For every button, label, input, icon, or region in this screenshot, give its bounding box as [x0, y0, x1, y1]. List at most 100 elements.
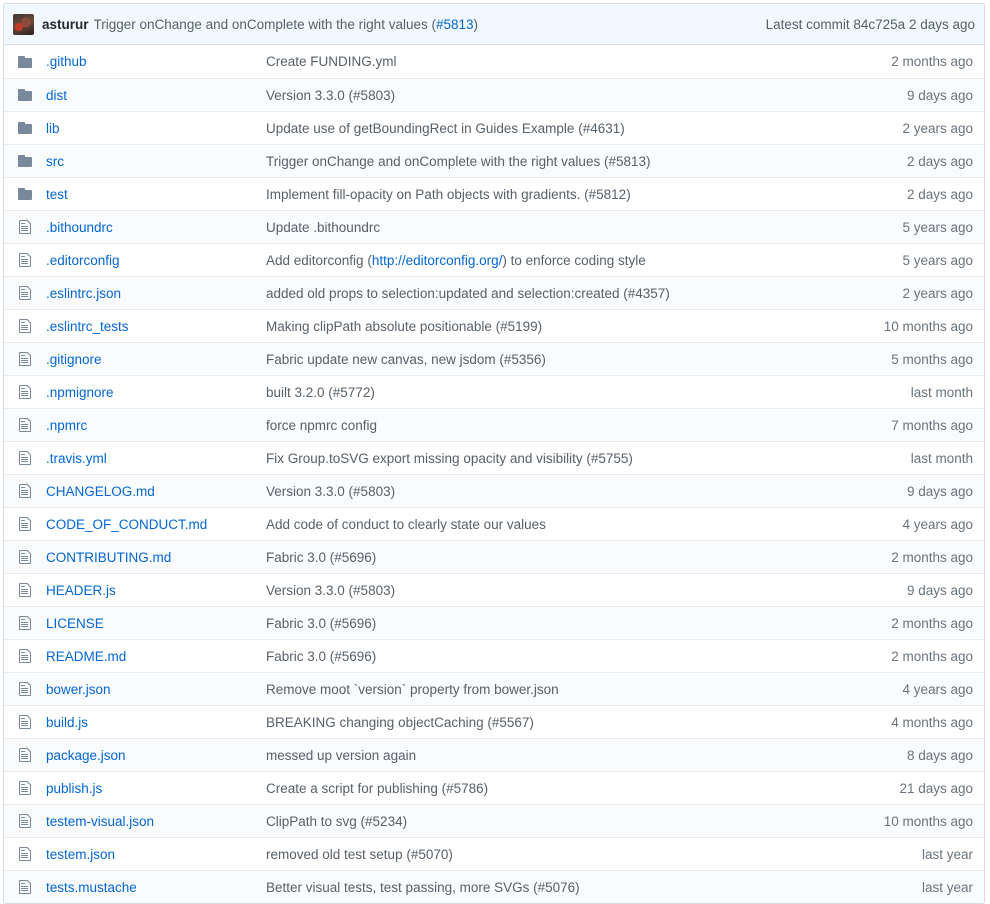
table-row[interactable]: testem.jsonremoved old test setup (#5070…	[4, 837, 984, 870]
file-icon-cell	[4, 483, 38, 499]
table-row[interactable]: .travis.ymlFix Group.toSVG export missin…	[4, 441, 984, 474]
file-icon	[17, 615, 33, 631]
commit-message-url-link[interactable]: http://editorconfig.org/	[372, 253, 503, 268]
table-row[interactable]: CHANGELOG.mdVersion 3.3.0 (#5803)9 days …	[4, 474, 984, 507]
file-icon-cell	[4, 417, 38, 433]
file-link[interactable]: .npmignore	[46, 385, 114, 400]
file-link[interactable]: CONTRIBUTING.md	[46, 550, 171, 565]
file-icon-cell	[4, 615, 38, 631]
table-row[interactable]: .bithoundrc Update .bithoundrc5 years ago	[4, 210, 984, 243]
commit-message-cell: Add code of conduct to clearly state our…	[266, 517, 852, 532]
file-link[interactable]: CHANGELOG.md	[46, 484, 155, 499]
table-row[interactable]: .npmrc force npmrc config7 months ago	[4, 408, 984, 441]
commit-age-cell: 2 months ago	[852, 616, 984, 631]
commit-age-cell: 7 months ago	[852, 418, 984, 433]
table-row[interactable]: .editorconfig Add editorconfig (http://ed…	[4, 243, 984, 276]
file-link[interactable]: testem-visual.json	[46, 814, 154, 829]
folder-link[interactable]: src	[46, 154, 64, 169]
folder-icon	[17, 120, 33, 136]
table-row[interactable]: CODE_OF_CONDUCT.md Add code of conduct to…	[4, 507, 984, 540]
commit-message-text: messed up version again	[266, 748, 416, 763]
table-row[interactable]: .eslintrc_tests Making clipPath absolute …	[4, 309, 984, 342]
table-row[interactable]: LICENSEFabric 3.0 (#5696)2 months ago	[4, 606, 984, 639]
file-icon	[17, 648, 33, 664]
table-row[interactable]: .npmignorebuilt 3.2.0 (#5772)last month	[4, 375, 984, 408]
file-icon	[17, 285, 33, 301]
file-link[interactable]: publish.js	[46, 781, 102, 796]
table-row[interactable]: .eslintrc.json added old props to selecti…	[4, 276, 984, 309]
table-row[interactable]: testem-visual.json ClipPath to svg (#5234…	[4, 804, 984, 837]
folder-link[interactable]: .github	[46, 54, 87, 69]
table-row[interactable]: bower.jsonRemove moot `version` property…	[4, 672, 984, 705]
file-link[interactable]: package.json	[46, 748, 126, 763]
commit-message-cell: ClipPath to svg (#5234)	[266, 814, 852, 829]
file-name-cell: LICENSE	[38, 616, 266, 631]
commit-message-cell: Update .bithoundrc	[266, 220, 852, 235]
commit-message-text: built 3.2.0 (#5772)	[266, 385, 375, 400]
file-link[interactable]: build.js	[46, 715, 88, 730]
file-listing-table: asturur Trigger onChange and onComplete …	[3, 3, 985, 904]
file-icon	[17, 384, 33, 400]
file-link[interactable]: tests.mustache	[46, 880, 137, 895]
table-row[interactable]: HEADER.js Version 3.3.0 (#5803) 9 days ago	[4, 573, 984, 606]
commit-age-cell: 9 days ago	[852, 583, 984, 598]
table-row[interactable]: package.json messed up version again 8 day…	[4, 738, 984, 771]
table-row[interactable]: README.mdFabric 3.0 (#5696)2 months ago	[4, 639, 984, 672]
file-link[interactable]: .travis.yml	[46, 451, 107, 466]
table-row[interactable]: .gitignoreFabric update new canvas, new …	[4, 342, 984, 375]
commit-message-cell: Version 3.3.0 (#5803)	[266, 484, 852, 499]
commit-message-cell: Making clipPath absolute positionable (#…	[266, 319, 852, 334]
file-name-cell: .gitignore	[38, 352, 266, 367]
file-link[interactable]: .npmrc	[46, 418, 87, 433]
avatar[interactable]	[13, 14, 34, 35]
table-row[interactable]: tests.mustacheBetter visual tests, test …	[4, 870, 984, 903]
table-row[interactable]: test Implement fill-opacity on Path objec…	[4, 177, 984, 210]
commit-message-cell: force npmrc config	[266, 418, 852, 433]
commit-message-text: Implement fill-opacity on Path objects w…	[266, 187, 631, 202]
commit-age-cell: 4 months ago	[852, 715, 984, 730]
table-row[interactable]: CONTRIBUTING.mdFabric 3.0 (#5696)2 month…	[4, 540, 984, 573]
commit-message-text: Version 3.3.0 (#5803)	[266, 484, 395, 499]
latest-commit-label: Latest commit	[766, 17, 850, 32]
file-link[interactable]: .editorconfig	[46, 253, 120, 268]
folder-icon	[17, 186, 33, 202]
file-link[interactable]: testem.json	[46, 847, 115, 862]
table-row[interactable]: .githubCreate FUNDING.yml2 months ago	[4, 45, 984, 78]
file-name-cell: build.js	[38, 715, 266, 730]
commit-sha-link[interactable]: 84c725a	[853, 17, 905, 32]
table-row[interactable]: build.js BREAKING changing objectCaching …	[4, 705, 984, 738]
commit-message-text: Trigger onChange and onComplete with the…	[266, 154, 650, 169]
folder-link[interactable]: lib	[46, 121, 60, 136]
file-link[interactable]: .bithoundrc	[46, 220, 113, 235]
commit-age-cell: 2 years ago	[852, 121, 984, 136]
commit-message-text: Version 3.3.0 (#5803)	[266, 583, 395, 598]
folder-link[interactable]: test	[46, 187, 68, 202]
commit-age-cell: 5 years ago	[852, 220, 984, 235]
folder-icon-cell	[4, 186, 38, 202]
commit-message-text: Add code of conduct to clearly state our…	[266, 517, 546, 532]
table-row[interactable]: distVersion 3.3.0 (#5803)9 days ago	[4, 78, 984, 111]
file-link[interactable]: LICENSE	[46, 616, 104, 631]
table-row[interactable]: publish.jsCreate a script for publishing…	[4, 771, 984, 804]
commit-age-cell: 8 days ago	[852, 748, 984, 763]
file-link[interactable]: CODE_OF_CONDUCT.md	[46, 517, 207, 532]
file-icon	[17, 219, 33, 235]
file-link[interactable]: bower.json	[46, 682, 111, 697]
commit-message-cell: added old props to selection:updated and…	[266, 286, 852, 301]
commit-message-cell: Version 3.3.0 (#5803)	[266, 583, 852, 598]
file-icon	[17, 681, 33, 697]
commit-message-text: BREAKING changing objectCaching (#5567)	[266, 715, 534, 730]
commit-author-link[interactable]: asturur	[42, 17, 89, 32]
commit-pr-link[interactable]: #5813	[436, 17, 474, 32]
file-link[interactable]: HEADER.js	[46, 583, 116, 598]
folder-link[interactable]: dist	[46, 88, 67, 103]
file-link[interactable]: .gitignore	[46, 352, 102, 367]
file-link[interactable]: .eslintrc.json	[46, 286, 121, 301]
file-icon-cell	[4, 813, 38, 829]
file-link[interactable]: .eslintrc_tests	[46, 319, 129, 334]
table-row[interactable]: libUpdate use of getBoundingRect in Guid…	[4, 111, 984, 144]
table-row[interactable]: src Trigger onChange and onComplete with …	[4, 144, 984, 177]
commit-message-cell: Add editorconfig (http://editorconfig.or…	[266, 253, 852, 268]
file-link[interactable]: README.md	[46, 649, 126, 664]
commit-age-cell: 2 years ago	[852, 286, 984, 301]
